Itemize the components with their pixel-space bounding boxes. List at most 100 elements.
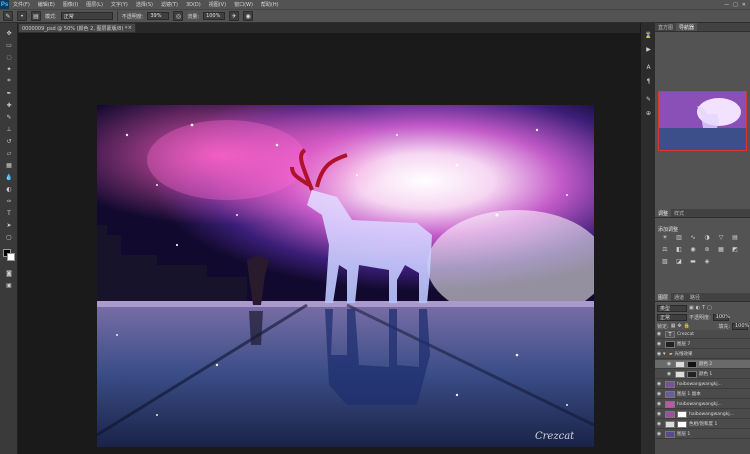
menu-filter[interactable]: 滤镜(T) <box>157 1 182 8</box>
flow-input[interactable]: 100% <box>203 12 226 20</box>
curves-icon[interactable]: ∿ <box>688 233 698 242</box>
healing-tool-icon[interactable]: ✚ <box>4 101 14 109</box>
color-lookup-icon[interactable]: ▦ <box>716 245 726 254</box>
tab-paths[interactable]: 路径 <box>687 293 703 301</box>
menu-select[interactable]: 选择(S) <box>132 1 157 8</box>
opacity-input[interactable]: 39% <box>147 12 170 20</box>
eyedropper-tool-icon[interactable]: ✒ <box>4 89 14 97</box>
levels-icon[interactable]: ▥ <box>674 233 684 242</box>
layer-row[interactable]: ◉ haibowangwangkj... <box>655 410 750 419</box>
tab-histogram[interactable]: 直方图 <box>655 23 676 31</box>
visibility-eye-icon[interactable]: ◉ <box>665 361 673 367</box>
history-brush-icon[interactable]: ↺ <box>4 137 14 145</box>
brush-tool-preset-icon[interactable]: ✎ <box>3 11 13 21</box>
move-tool-icon[interactable]: ✥ <box>4 29 14 37</box>
tab-styles[interactable]: 样式 <box>671 209 687 217</box>
menu-view[interactable]: 视图(V) <box>205 1 230 8</box>
quick-mask-icon[interactable]: ◙ <box>4 269 14 277</box>
pressure-opacity-icon[interactable]: ◎ <box>173 11 184 21</box>
blur-tool-icon[interactable]: 💧 <box>4 173 14 181</box>
layer-row[interactable]: ◉ 色相/饱和度 1 <box>655 420 750 429</box>
type-tool-icon[interactable]: T <box>4 209 14 217</box>
layer-row[interactable]: ◉ 颜色 1 <box>655 370 750 379</box>
visibility-eye-icon[interactable]: ◉ <box>655 381 663 387</box>
filter-type-icon[interactable]: T <box>702 305 705 311</box>
document-canvas-image[interactable]: Crezcat <box>97 105 594 447</box>
layer-opacity-input[interactable]: 100% <box>712 313 730 321</box>
stamp-tool-icon[interactable]: ⊥ <box>4 125 14 133</box>
brush-panel-icon[interactable]: ▤ <box>31 11 41 21</box>
lock-all-icon[interactable]: 🔒 <box>684 323 690 329</box>
filter-adjust-icon[interactable]: ◐ <box>696 305 700 311</box>
exposure-icon[interactable]: ◑ <box>702 233 712 242</box>
filter-image-icon[interactable]: ▣ <box>689 305 694 311</box>
maximize-button[interactable]: □ <box>733 2 738 8</box>
menu-type[interactable]: 文字(Y) <box>107 1 132 8</box>
fill-input[interactable]: 100% <box>732 322 749 330</box>
visibility-eye-icon[interactable]: ◉ <box>655 331 663 337</box>
character-panel-icon[interactable]: A <box>644 63 653 72</box>
menu-help[interactable]: 帮助(H) <box>257 1 283 8</box>
path-select-tool-icon[interactable]: ➤ <box>4 221 14 229</box>
menu-layer[interactable]: 图层(L) <box>82 1 107 8</box>
document-tab[interactable]: 0000009_psd @ 50% (颜色 2, 图层蒙版/8) * × <box>18 23 136 33</box>
visibility-eye-icon[interactable]: ◉ <box>655 401 663 407</box>
pressure-size-icon[interactable]: ◉ <box>243 11 254 21</box>
mode-select[interactable]: 正常 <box>60 12 113 20</box>
channel-mixer-icon[interactable]: ⊛ <box>702 245 712 254</box>
blend-mode-select[interactable]: 正常 <box>657 313 687 321</box>
visibility-eye-icon[interactable]: ◉ <box>665 371 673 377</box>
eraser-tool-icon[interactable]: ▱ <box>4 149 14 157</box>
layer-row[interactable]: ◉ ▾ ▰ 光线效果 <box>655 350 750 359</box>
minimize-button[interactable]: — <box>724 2 729 8</box>
menu-edit[interactable]: 编辑(E) <box>34 1 59 8</box>
actions-panel-icon[interactable]: ▶ <box>644 45 653 54</box>
menu-3d[interactable]: 3D(D) <box>182 2 205 8</box>
tab-adjustments[interactable]: 调整 <box>655 209 672 217</box>
dodge-tool-icon[interactable]: ◐ <box>4 185 14 193</box>
selective-color-icon[interactable]: ◈ <box>702 257 712 266</box>
gradient-tool-icon[interactable]: ▦ <box>4 161 14 169</box>
layer-row[interactable]: ◉ haibowangwangkj... <box>655 380 750 389</box>
brightness-icon[interactable]: ☀ <box>660 233 670 242</box>
navigator-preview[interactable] <box>658 91 747 151</box>
lock-position-icon[interactable]: ✥ <box>677 323 681 329</box>
layer-row[interactable]: ◉ haibowangwangkj... <box>655 400 750 409</box>
pen-tool-icon[interactable]: ✑ <box>4 197 14 205</box>
layer-row[interactable]: ◉ 颜色 2 <box>655 360 750 369</box>
menu-window[interactable]: 窗口(W) <box>230 1 257 8</box>
close-button[interactable]: ✕ <box>742 2 746 8</box>
history-panel-icon[interactable]: ⌛ <box>644 31 653 40</box>
threshold-icon[interactable]: ◪ <box>674 257 684 266</box>
visibility-eye-icon[interactable]: ◉ <box>655 411 663 417</box>
layer-row[interactable]: ◉ 图层 7 <box>655 340 750 349</box>
tab-channels[interactable]: 通道 <box>671 293 687 301</box>
quick-select-tool-icon[interactable]: ✦ <box>4 65 14 73</box>
visibility-eye-icon[interactable]: ◉ <box>655 431 663 437</box>
document-close-icon[interactable]: × <box>128 25 132 31</box>
layer-row[interactable]: ◉ 图层 1 <box>655 430 750 439</box>
black-white-icon[interactable]: ◧ <box>674 245 684 254</box>
clone-source-panel-icon[interactable]: ⊕ <box>644 109 653 118</box>
paragraph-panel-icon[interactable]: ¶ <box>644 77 653 86</box>
tab-layers[interactable]: 图层 <box>655 293 672 301</box>
lock-pixels-icon[interactable]: ▦ <box>671 323 676 329</box>
layer-row[interactable]: ◉ T Crezcat <box>655 330 750 339</box>
brush-panel-icon[interactable]: ✎ <box>644 95 653 104</box>
menu-file[interactable]: 文件(F) <box>9 1 34 8</box>
screen-mode-icon[interactable]: ▣ <box>4 281 14 289</box>
visibility-eye-icon[interactable]: ◉ <box>655 341 663 347</box>
visibility-eye-icon[interactable]: ◉ <box>655 421 663 427</box>
layer-row[interactable]: ◉ 图层 1 副本 <box>655 390 750 399</box>
canvas-area[interactable]: Crezcat <box>18 33 640 454</box>
hue-saturation-icon[interactable]: ▤ <box>730 233 740 242</box>
tab-navigator[interactable]: 导航器 <box>676 23 698 31</box>
background-color-swatch[interactable] <box>7 253 15 261</box>
layer-kind-filter[interactable]: 类型 <box>657 304 687 312</box>
gradient-map-icon[interactable]: ▬ <box>688 257 698 266</box>
airbrush-icon[interactable]: ✈ <box>229 11 240 21</box>
marquee-tool-icon[interactable]: ▭ <box>4 41 14 49</box>
shape-tool-icon[interactable]: ▢ <box>4 233 14 241</box>
visibility-eye-icon[interactable]: ◉ <box>655 351 663 357</box>
crop-tool-icon[interactable]: ⌗ <box>4 77 14 85</box>
